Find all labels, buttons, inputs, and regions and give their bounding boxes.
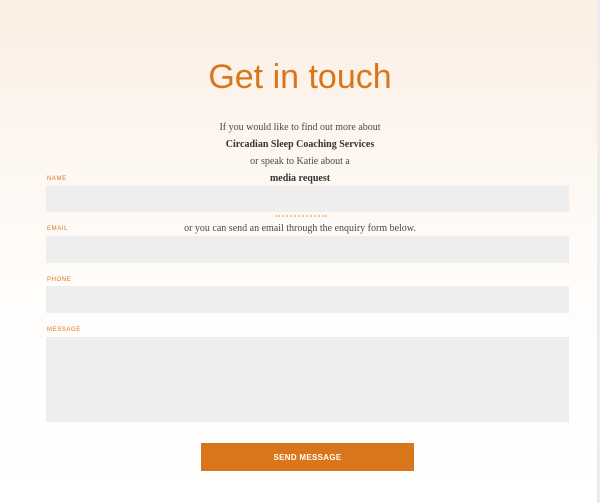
- intro-text-line-3: or speak to Katie about a: [250, 156, 350, 167]
- hidden-link-underline: [275, 212, 327, 217]
- intro-text-media-request: media request: [269, 173, 331, 184]
- intro-text-line-1: If you would like to find out more about: [219, 122, 381, 133]
- phone-label: PHONE: [47, 277, 72, 283]
- message-label: MESSAGE: [47, 327, 81, 333]
- email-field[interactable]: [46, 236, 569, 263]
- name-label: NAME: [47, 176, 67, 182]
- phone-field[interactable]: [46, 286, 569, 313]
- message-field[interactable]: [46, 337, 569, 422]
- intro-text-line-5: or you can send an email through the enq…: [184, 223, 416, 234]
- send-message-button[interactable]: SEND MESSAGE: [201, 443, 414, 471]
- page-title: Get in touch: [208, 58, 392, 96]
- name-field[interactable]: [46, 186, 569, 212]
- intro-text-services: Circadian Sleep Coaching Services: [225, 139, 375, 150]
